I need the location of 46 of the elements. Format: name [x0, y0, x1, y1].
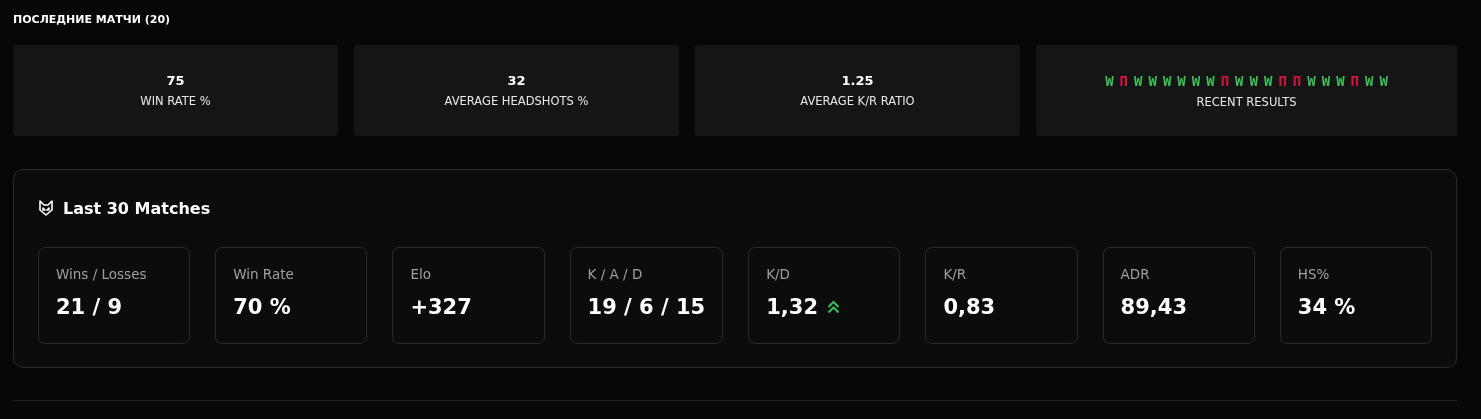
stat-label: K / A / D [587, 266, 644, 282]
result-letter: W [1206, 72, 1215, 89]
stat-label: K/D [766, 266, 791, 282]
stat-value: 19 / 6 / 15 [587, 295, 706, 319]
result-letter: W [1177, 72, 1186, 89]
summary-label: AVERAGE HEADSHOTS % [444, 94, 589, 108]
summary-value: 1.25 [841, 73, 874, 88]
result-letter: П [1119, 72, 1128, 89]
stat-value: 89,43 [1120, 295, 1188, 319]
summary-value: 32 [507, 73, 526, 88]
summary-label: RECENT RESULTS [1196, 94, 1297, 109]
stat-value: 34 % [1297, 295, 1356, 319]
stat-label: ADR [1120, 266, 1151, 282]
result-letter: П [1278, 72, 1287, 89]
result-letter: W [1162, 72, 1172, 89]
stat-label: Win Rate [233, 266, 295, 282]
stat-label: HS% [1297, 266, 1331, 282]
section-title: ПОСЛЕДНИЕ МАТЧИ (20) [13, 12, 172, 28]
stat-label: Wins / Losses [56, 266, 148, 282]
result-letter: W [1263, 72, 1273, 89]
result-letter: W [1336, 72, 1345, 89]
stat-value: 70 % [233, 295, 291, 319]
panel-title: Last 30 Matches [63, 198, 211, 218]
wolf-head-icon [38, 200, 54, 216]
result-letter: W [1379, 72, 1388, 89]
stat-value: 0,83 [943, 295, 996, 319]
result-letter: П [1292, 72, 1302, 89]
result-letter: П [1220, 72, 1230, 89]
summary-label: AVERAGE K/R RATIO [800, 94, 915, 108]
result-letter: W [1307, 72, 1316, 89]
stat-value: +327 [410, 295, 472, 319]
result-letter: П [1350, 72, 1359, 89]
stat-label: Elo [410, 266, 432, 282]
result-letter: W [1148, 72, 1157, 89]
result-letter: W [1249, 72, 1258, 89]
result-letter: W [1191, 72, 1201, 89]
stat-label: K/R [943, 266, 968, 282]
summary-value: 75 [166, 73, 185, 88]
result-letter: W [1105, 72, 1114, 89]
result-letter: W [1365, 72, 1374, 89]
result-letter: W [1235, 72, 1244, 89]
stat-value: 21 / 9 [56, 295, 123, 319]
result-letter: W [1134, 72, 1143, 89]
summary-label: WIN RATE % [140, 94, 211, 108]
stat-value: 1,32 [766, 295, 819, 319]
result-letter: W [1321, 72, 1331, 89]
